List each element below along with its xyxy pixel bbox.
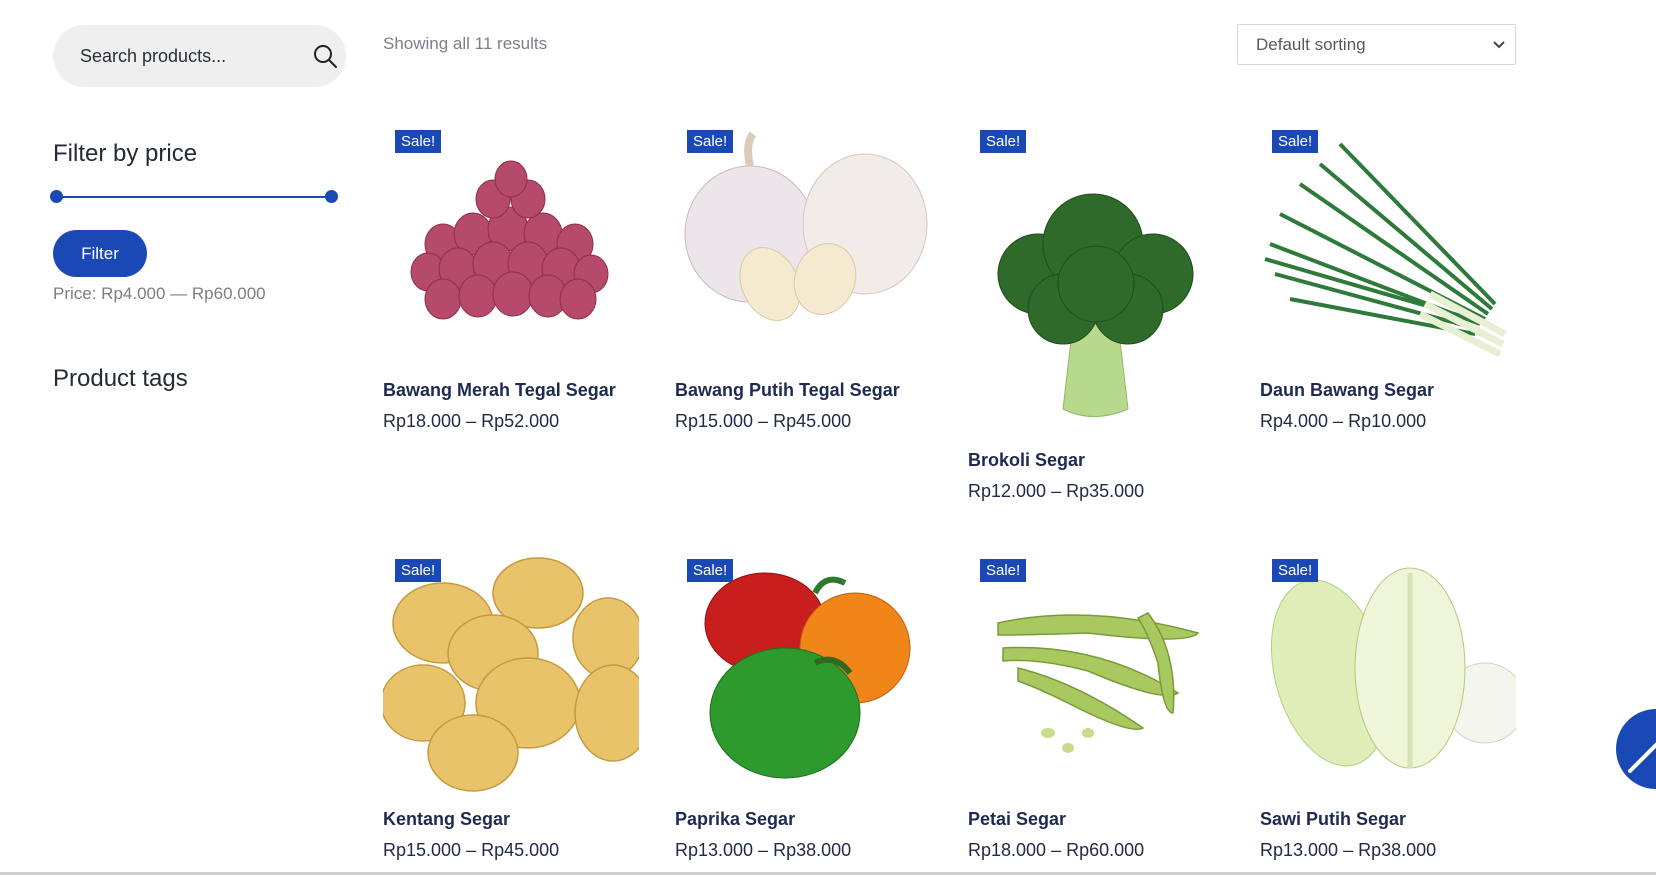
product-price: Rp15.000 – Rp45.000	[383, 840, 560, 860]
product-title[interactable]: Brokoli Segar	[968, 450, 1224, 471]
product-title[interactable]: Bawang Putih Tegal Segar	[675, 380, 931, 401]
search-input[interactable]	[80, 45, 312, 67]
search-icon[interactable]	[312, 41, 338, 71]
sale-badge: Sale!	[980, 559, 1027, 582]
product-title[interactable]: Sawi Putih Segar	[1260, 809, 1516, 830]
result-count: Showing all 11 results	[383, 34, 548, 53]
product-title[interactable]: Petai Segar	[968, 809, 1224, 830]
product-image[interactable]: Sale!	[968, 553, 1224, 809]
scroll-to-top-button[interactable]	[1616, 709, 1656, 789]
product-image[interactable]: Sale!	[1260, 124, 1516, 380]
product-price: Rp15.000 – Rp45.000	[675, 411, 852, 431]
product-card[interactable]: Sale! Daun Bawang Segar Rp4.000 – Rp10.0…	[1260, 124, 1516, 432]
product-image[interactable]: Sale!	[383, 553, 639, 809]
product-card[interactable]: Sale! Petai Segar Rp18.000 – Rp60.000	[968, 553, 1224, 861]
product-card[interactable]: Sale! Sawi Putih Segar Rp13.000 – Rp38.0…	[1260, 553, 1516, 861]
product-image[interactable]: Sale!	[675, 553, 931, 809]
product-title[interactable]: Daun Bawang Segar	[1260, 380, 1516, 401]
product-card[interactable]: Sale! Kentang Segar Rp15.000 – Rp45.000	[383, 553, 639, 861]
price-range-label: Price: Rp4.000 — Rp60.000	[53, 284, 266, 303]
price-slider-max-handle[interactable]	[325, 190, 338, 203]
price-slider-min-handle[interactable]	[50, 190, 63, 203]
sale-badge: Sale!	[980, 130, 1027, 153]
product-image[interactable]: Sale!	[1260, 553, 1516, 809]
sale-badge: Sale!	[687, 559, 734, 582]
sort-select-value: Default sorting	[1256, 34, 1366, 54]
product-price: Rp18.000 – Rp52.000	[383, 411, 560, 431]
product-price: Rp13.000 – Rp38.000	[1260, 840, 1437, 860]
product-title[interactable]: Kentang Segar	[383, 809, 639, 830]
chevron-down-icon	[1493, 40, 1505, 48]
sale-badge: Sale!	[1272, 130, 1319, 153]
product-price: Rp13.000 – Rp38.000	[675, 840, 852, 860]
product-price: Rp12.000 – Rp35.000	[968, 481, 1145, 501]
arrow-up-icon	[1628, 742, 1656, 773]
product-image[interactable]: Sale!	[675, 124, 931, 380]
product-title[interactable]: Paprika Segar	[675, 809, 931, 830]
filter-button[interactable]: Filter	[53, 230, 147, 277]
sort-select[interactable]: Default sorting	[1237, 24, 1516, 65]
search-box	[53, 25, 346, 87]
filter-by-price-title: Filter by price	[53, 140, 198, 167]
sale-badge: Sale!	[1272, 559, 1319, 582]
product-price: Rp4.000 – Rp10.000	[1260, 411, 1427, 431]
sale-badge: Sale!	[395, 559, 442, 582]
product-tags-title: Product tags	[53, 365, 188, 392]
product-image[interactable]: Sale!	[968, 124, 1224, 450]
product-card[interactable]: Sale! Bawang Putih Tegal Segar Rp15.000 …	[675, 124, 931, 432]
product-image[interactable]: Sale!	[383, 124, 639, 380]
product-card[interactable]: Sale! Bawang Merah Tegal Segar Rp18.000 …	[383, 124, 639, 432]
sale-badge: Sale!	[395, 130, 442, 153]
price-slider[interactable]	[50, 190, 338, 203]
product-price: Rp18.000 – Rp60.000	[968, 840, 1145, 860]
product-title[interactable]: Bawang Merah Tegal Segar	[383, 380, 639, 401]
product-card[interactable]: Sale! Paprika Segar Rp13.000 – Rp38.000	[675, 553, 931, 861]
product-card[interactable]: Sale! Brokoli Segar Rp12.000 – Rp35.000	[968, 124, 1224, 502]
sale-badge: Sale!	[687, 130, 734, 153]
